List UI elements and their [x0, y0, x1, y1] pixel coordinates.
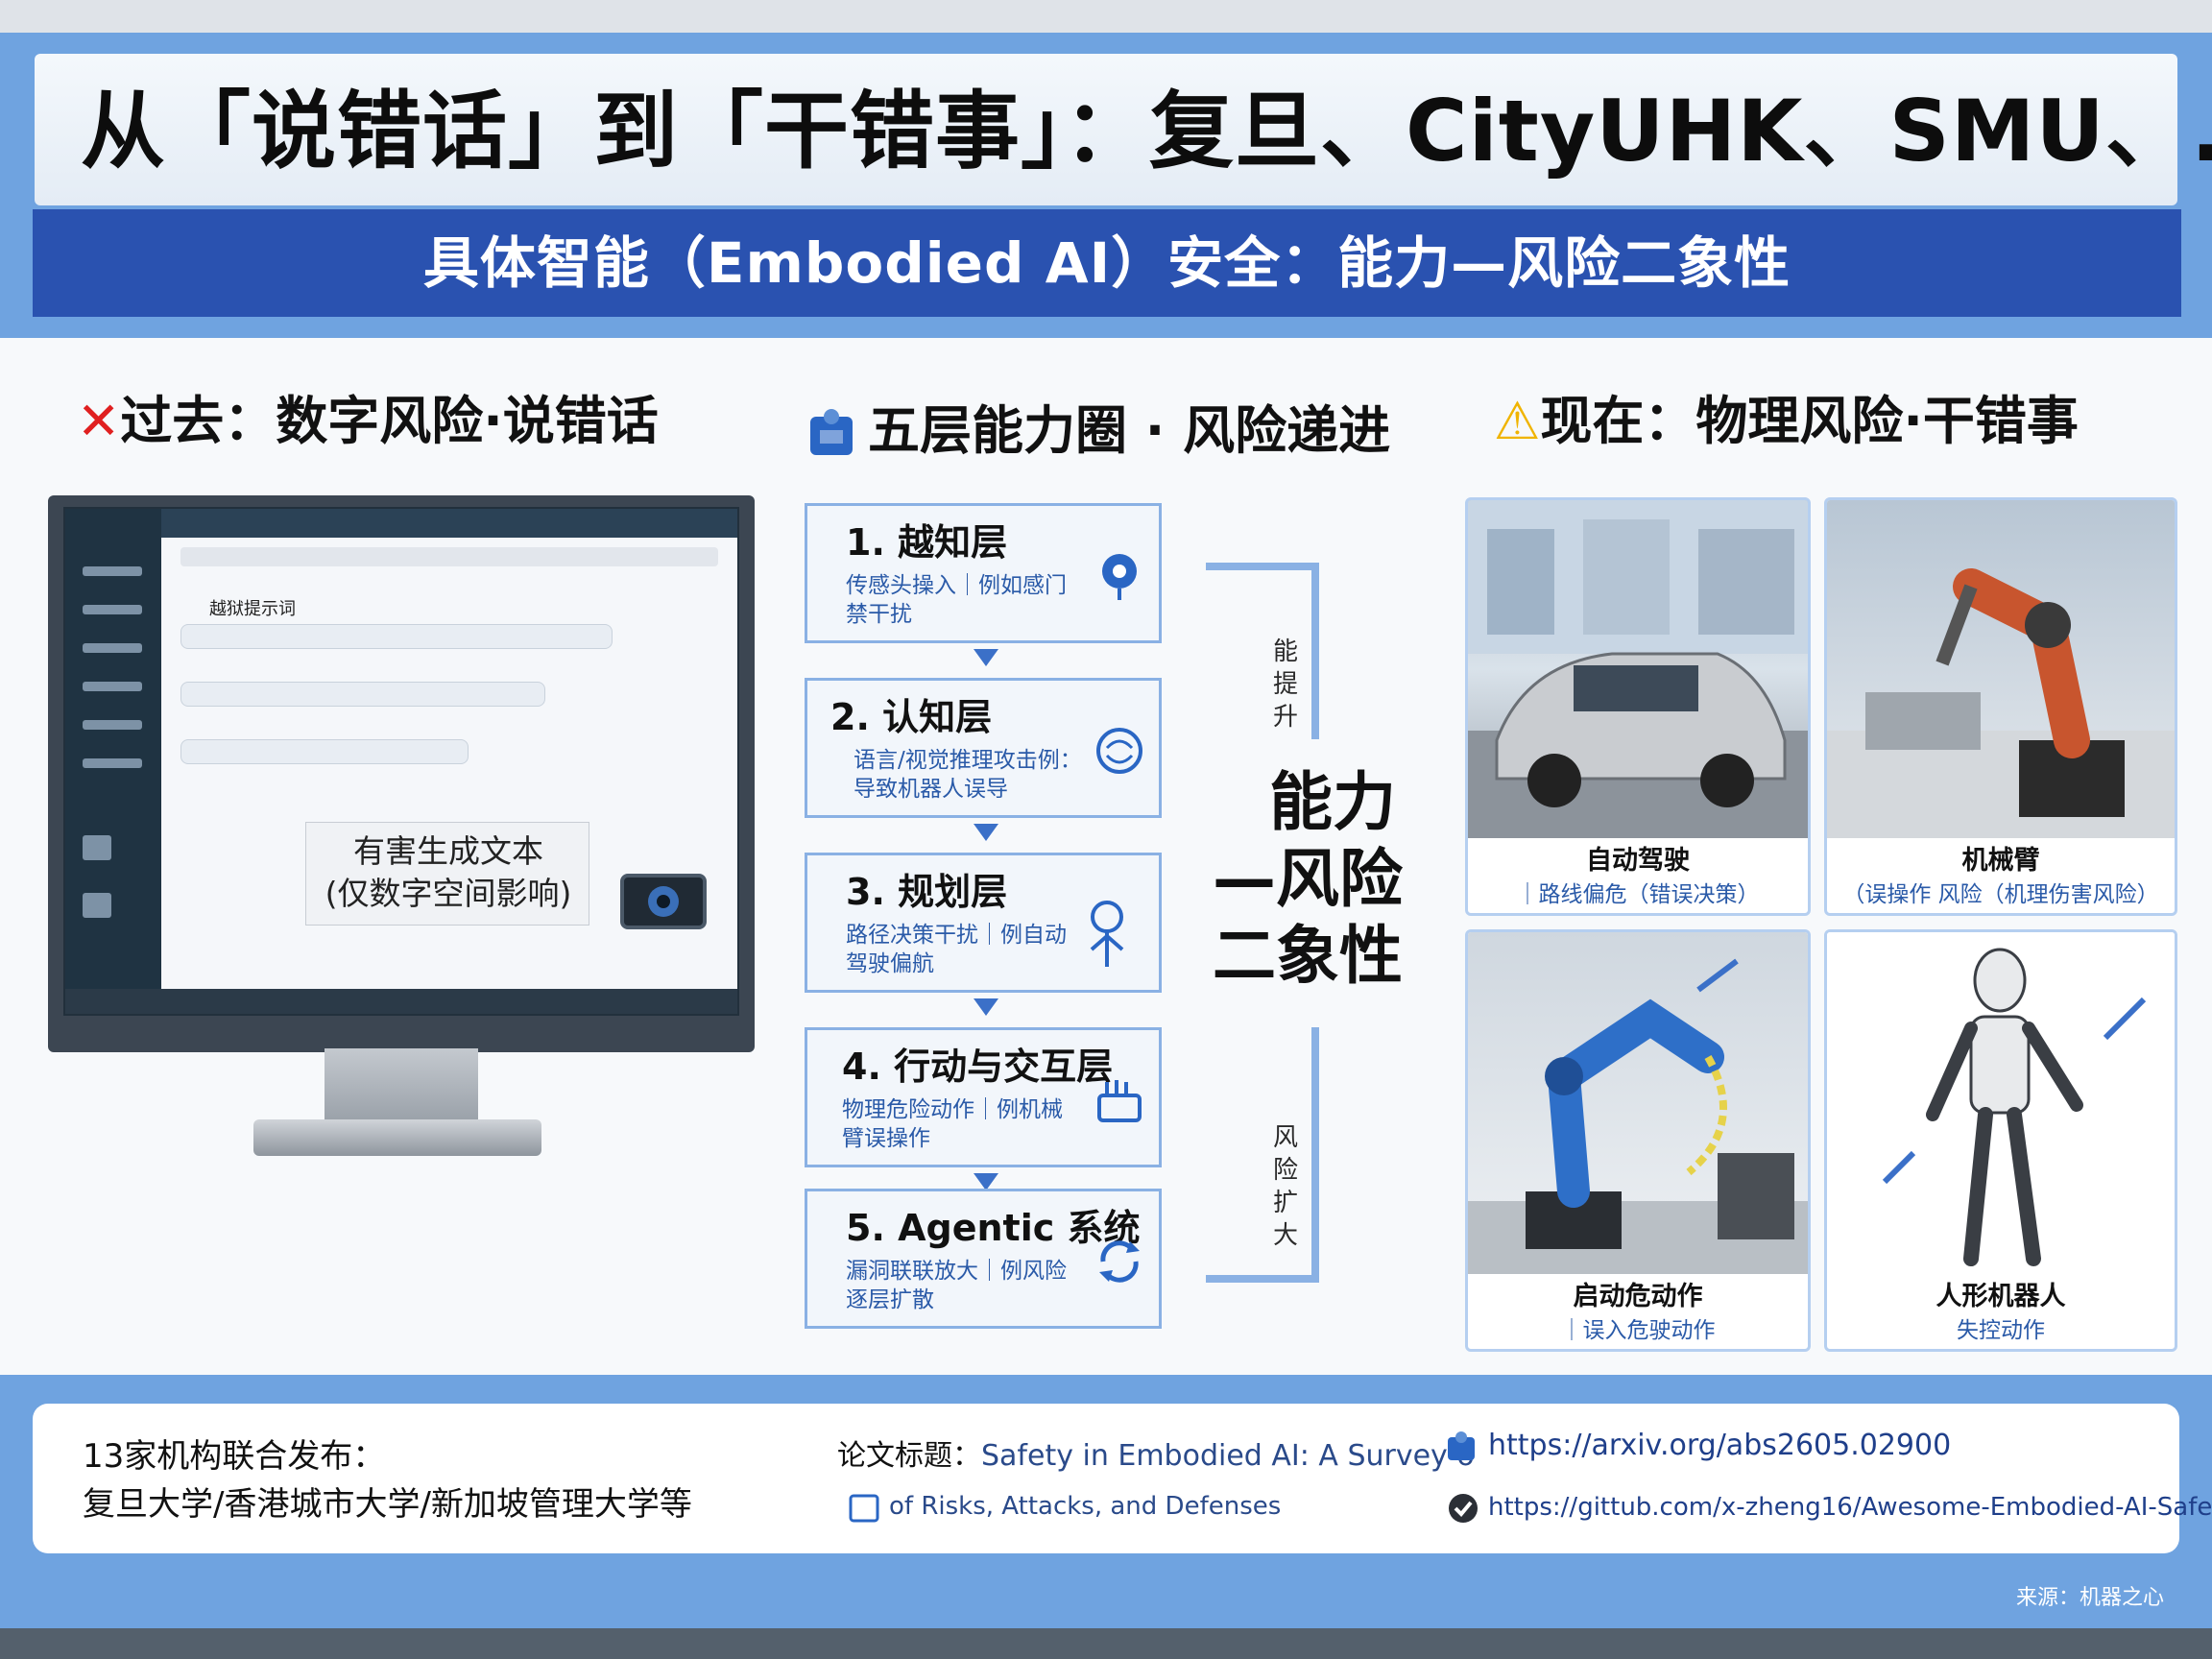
github-url[interactable]: https://gittub.com/x-zheng16/Awesome-Emb… [1488, 1493, 2212, 1522]
left-heading: ✕过去：数字风险·说错话 [77, 388, 659, 455]
card-sub: （误操作 风险（机理伤害风险） [1842, 882, 2159, 907]
paper-label: 论文标题： [837, 1439, 981, 1473]
layer-desc: 漏洞联联放大｜例风险逐层扩散 [846, 1259, 1067, 1312]
cycle-icon [1094, 1236, 1145, 1287]
duality-line: —风险 [1213, 842, 1403, 916]
duality-line: 能力 [1269, 765, 1396, 839]
card-sub: ｜误入危驶动作 [1560, 1318, 1716, 1343]
page-subtitle: 具体智能（Embodied AI）安全：能力—风险二象性 [422, 230, 1791, 296]
sidebar-item[interactable] [83, 758, 142, 768]
warning-icon: ⚠ [1494, 391, 1541, 451]
sidebar-icon[interactable] [83, 893, 111, 918]
screen-bottombar [65, 989, 737, 1014]
humanoid-image [1827, 932, 2175, 1274]
paper-title-row: 论文标题：Safety in Embodied AI: A Survey o [837, 1434, 1475, 1479]
document-icon [849, 1493, 881, 1522]
puzzle-icon [805, 407, 858, 461]
sidebar-icon[interactable] [83, 835, 111, 860]
card-robot-arm: 机械臂 （误操作 风险（机理伤害风险） [1824, 497, 2177, 916]
layer-desc: 物理危险动作｜例机械臂误操作 [842, 1097, 1063, 1151]
layer-desc: 路径决策干扰｜例自动驾驶偏航 [846, 923, 1067, 976]
harmful-text-line: 有害生成文本 [353, 832, 543, 870]
car-image [1468, 500, 1808, 838]
layer-desc: 传感头操入｜例如感门禁干扰 [846, 573, 1067, 627]
arxiv-icon [1444, 1430, 1482, 1464]
harmful-text-line: (仅数字空间影响) [325, 875, 572, 912]
down-arrow-icon [974, 649, 998, 666]
blue-arm-image [1468, 932, 1808, 1274]
left-heading-text: 过去：数字风险·说错话 [120, 391, 659, 451]
down-arrow-icon [974, 824, 998, 841]
screen-sidebar [65, 509, 161, 1014]
layer-box-5: 5. Agentic 系统 漏洞联联放大｜例风险逐层扩散 [805, 1189, 1162, 1329]
card-sub: 失控动作 [1957, 1318, 2045, 1343]
source-credit: 来源：机器之心 [2016, 1586, 2165, 1610]
layer-box-4: 4. 行动与交互层 物理危险动作｜例机械臂误操作 [805, 1027, 1162, 1167]
brain-icon [1094, 725, 1145, 777]
card-label: 机械臂 [1961, 846, 2040, 876]
layer-title: 1. 越知层 [846, 521, 1008, 564]
down-arrow-icon [974, 998, 998, 1016]
layer-title: 2. 认知层 [830, 696, 993, 738]
middle-heading-text: 五层能力圈 · 风险递进 [868, 400, 1391, 461]
sidebar-item[interactable] [83, 682, 142, 691]
layer-title: 4. 行动与交互层 [842, 1046, 1114, 1088]
layer-desc: 语言/视觉推理攻击例：导致机器人误导 [854, 748, 1082, 802]
monitor-screen: 越狱提示词 有害生成文本 (仅数字空间影响) [63, 507, 739, 1016]
card-dangerous-action: 启动危动作 ｜误入危驶动作 [1465, 929, 1811, 1352]
paper-title-2: of Risks, Attacks, and Defenses [889, 1492, 1282, 1521]
chat-message [180, 739, 469, 764]
bracket-top-label: 能提升 [1272, 637, 1298, 732]
jailbreak-prompt-label: 越狱提示词 [209, 599, 296, 619]
webcam-icon [620, 874, 707, 929]
duality-label: 能力 —风险 二象性 [1212, 764, 1404, 995]
arxiv-url[interactable]: https://arxiv.org/abs2605.02900 [1488, 1429, 1951, 1462]
sidebar-item[interactable] [83, 643, 142, 653]
bracket-bottom-label: 风险扩大 [1272, 1123, 1298, 1250]
page-title: 从「说错话」到「干错事」：复旦、CityUHK、SMU、... [81, 82, 2212, 180]
card-humanoid: 人形机器人 失控动作 [1824, 929, 2177, 1352]
sidebar-item[interactable] [83, 720, 142, 730]
footer-org-line1: 13家机构联合发布： [83, 1437, 386, 1476]
arxiv-link[interactable]: https://arxiv.org/abs2605.02900 [1444, 1427, 1951, 1465]
chat-message [180, 682, 545, 707]
right-heading: ⚠现在：物理风险·干错事 [1494, 388, 2079, 455]
middle-heading: 五层能力圈 · 风险递进 [805, 397, 1390, 465]
sidebar-item[interactable] [83, 566, 142, 576]
monitor: 越狱提示词 有害生成文本 (仅数字空间影响) [48, 495, 755, 1052]
card-autonomous-driving: 自动驾驶 ｜路线偏危（错误决策） [1465, 497, 1811, 916]
top-strip [0, 0, 2212, 33]
layer-box-2: 2. 认知层 语言/视觉推理攻击例：导致机器人误导 [805, 678, 1162, 818]
layer-title: 3. 规划层 [846, 871, 1008, 913]
duality-line: 二象性 [1213, 919, 1403, 993]
card-label: 启动危动作 [1573, 1282, 1703, 1311]
monitor-stand [325, 1048, 478, 1121]
cross-icon: ✕ [77, 391, 121, 451]
sidebar-item[interactable] [83, 605, 142, 614]
harmful-text-box: 有害生成文本 (仅数字空间影响) [305, 822, 589, 926]
screen-topbar [161, 509, 737, 538]
bottom-strip [0, 1628, 2212, 1659]
navigation-icon [1078, 900, 1130, 967]
paper-title-row-2: of Risks, Attacks, and Defenses [849, 1484, 1281, 1528]
right-heading-text: 现在：物理风险·干错事 [1540, 391, 2079, 451]
monitor-base [253, 1119, 541, 1156]
robot-arm-image [1827, 500, 2175, 838]
github-link[interactable]: https://gittub.com/x-zheng16/Awesome-Emb… [1444, 1488, 2212, 1527]
paper-title: Safety in Embodied AI: A Survey o [981, 1439, 1475, 1473]
github-icon [1444, 1491, 1482, 1526]
card-label: 人形机器人 [1936, 1282, 2066, 1311]
card-sub: ｜路线偏危（错误决策） [1516, 882, 1760, 907]
sensor-icon [1094, 550, 1145, 602]
card-label: 自动驾驶 [1586, 846, 1690, 876]
layer-box-1: 1. 越知层 传感头操入｜例如感门禁干扰 [805, 503, 1162, 643]
footer-org-line2: 复旦大学/香港城市大学/新加坡管理大学等 [83, 1485, 692, 1524]
chat-message [180, 624, 613, 649]
screen-url-bar[interactable] [180, 547, 718, 566]
subtitle-bar: 具体智能（Embodied AI）安全：能力—风险二象性 [33, 209, 2181, 317]
hand-icon [1094, 1074, 1145, 1126]
layer-box-3: 3. 规划层 路径决策干扰｜例自动驾驶偏航 [805, 853, 1162, 993]
